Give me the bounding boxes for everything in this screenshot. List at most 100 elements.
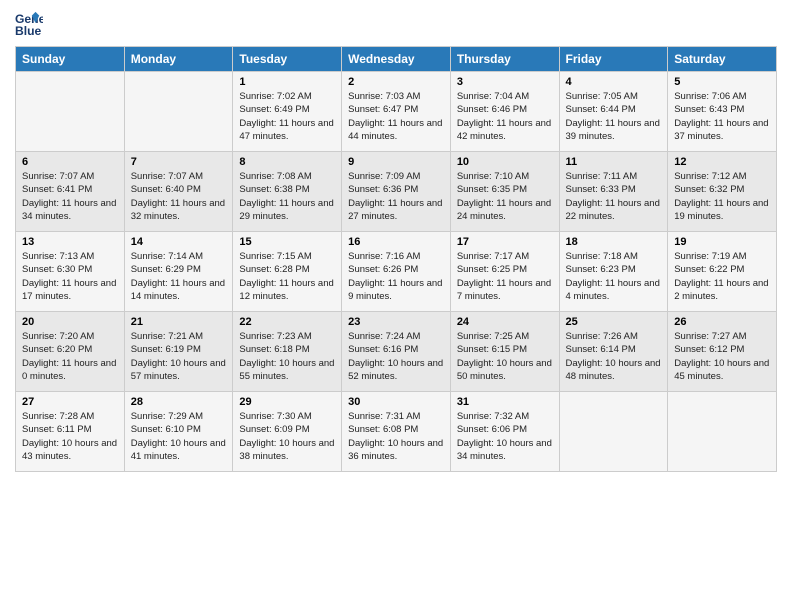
day-info: Sunrise: 7:15 AMSunset: 6:28 PMDaylight:… xyxy=(239,250,335,303)
day-info: Sunrise: 7:02 AMSunset: 6:49 PMDaylight:… xyxy=(239,90,335,143)
day-number: 10 xyxy=(457,156,553,168)
weekday-header-thursday: Thursday xyxy=(450,47,559,72)
calendar-week-row: 6 Sunrise: 7:07 AMSunset: 6:41 PMDaylight… xyxy=(16,152,777,232)
day-number: 13 xyxy=(22,236,118,248)
day-number: 21 xyxy=(131,316,227,328)
calendar-cell: 13 Sunrise: 7:13 AMSunset: 6:30 PMDayligh… xyxy=(16,232,125,312)
day-info: Sunrise: 7:21 AMSunset: 6:19 PMDaylight:… xyxy=(131,330,227,383)
day-number: 15 xyxy=(239,236,335,248)
day-info: Sunrise: 7:05 AMSunset: 6:44 PMDaylight:… xyxy=(566,90,662,143)
day-info: Sunrise: 7:04 AMSunset: 6:46 PMDaylight:… xyxy=(457,90,553,143)
day-number: 19 xyxy=(674,236,770,248)
day-info: Sunrise: 7:14 AMSunset: 6:29 PMDaylight:… xyxy=(131,250,227,303)
calendar-cell: 31 Sunrise: 7:32 AMSunset: 6:06 PMDayligh… xyxy=(450,392,559,472)
day-number: 1 xyxy=(239,76,335,88)
day-info: Sunrise: 7:07 AMSunset: 6:40 PMDaylight:… xyxy=(131,170,227,223)
calendar-cell: 23 Sunrise: 7:24 AMSunset: 6:16 PMDayligh… xyxy=(342,312,451,392)
weekday-header-tuesday: Tuesday xyxy=(233,47,342,72)
calendar-cell: 15 Sunrise: 7:15 AMSunset: 6:28 PMDayligh… xyxy=(233,232,342,312)
day-number: 2 xyxy=(348,76,444,88)
weekday-header-wednesday: Wednesday xyxy=(342,47,451,72)
calendar-cell: 16Sunrise: 7:16 AMSunset: 6:26 PMDayligh… xyxy=(342,232,451,312)
day-number: 8 xyxy=(239,156,335,168)
logo-icon: General Blue xyxy=(15,10,43,38)
calendar-cell: 20 Sunrise: 7:20 AMSunset: 6:20 PMDayligh… xyxy=(16,312,125,392)
day-info: Sunrise: 7:31 AMSunset: 6:08 PMDaylight:… xyxy=(348,410,444,463)
day-info: Sunrise: 7:13 AMSunset: 6:30 PMDaylight:… xyxy=(22,250,118,303)
day-number: 25 xyxy=(566,316,662,328)
day-info: Sunrise: 7:26 AMSunset: 6:14 PMDaylight:… xyxy=(566,330,662,383)
day-info: Sunrise: 7:10 AMSunset: 6:35 PMDaylight:… xyxy=(457,170,553,223)
calendar-cell: 1 Sunrise: 7:02 AMSunset: 6:49 PMDaylight… xyxy=(233,72,342,152)
calendar-cell: 22 Sunrise: 7:23 AMSunset: 6:18 PMDayligh… xyxy=(233,312,342,392)
calendar-cell: 2Sunrise: 7:03 AMSunset: 6:47 PMDaylight… xyxy=(342,72,451,152)
calendar-cell: 5 Sunrise: 7:06 AMSunset: 6:43 PMDaylight… xyxy=(668,72,777,152)
calendar-cell xyxy=(668,392,777,472)
page-header: General Blue xyxy=(15,10,777,38)
weekday-header-saturday: Saturday xyxy=(668,47,777,72)
calendar-cell: 9 Sunrise: 7:09 AMSunset: 6:36 PMDaylight… xyxy=(342,152,451,232)
calendar-week-row: 13 Sunrise: 7:13 AMSunset: 6:30 PMDayligh… xyxy=(16,232,777,312)
calendar-cell xyxy=(559,392,668,472)
day-number: 17 xyxy=(457,236,553,248)
day-number: 18 xyxy=(566,236,662,248)
day-number: 29 xyxy=(239,396,335,408)
calendar-cell: 25 Sunrise: 7:26 AMSunset: 6:14 PMDayligh… xyxy=(559,312,668,392)
day-info: Sunrise: 7:19 AMSunset: 6:22 PMDaylight:… xyxy=(674,250,770,303)
calendar-cell: 18 Sunrise: 7:18 AMSunset: 6:23 PMDayligh… xyxy=(559,232,668,312)
calendar-week-row: 27Sunrise: 7:28 AMSunset: 6:11 PMDayligh… xyxy=(16,392,777,472)
day-info: Sunrise: 7:18 AMSunset: 6:23 PMDaylight:… xyxy=(566,250,662,303)
day-info: Sunrise: 7:30 AMSunset: 6:09 PMDaylight:… xyxy=(239,410,335,463)
day-number: 11 xyxy=(566,156,662,168)
day-info: Sunrise: 7:25 AMSunset: 6:15 PMDaylight:… xyxy=(457,330,553,383)
day-number: 22 xyxy=(239,316,335,328)
day-info: Sunrise: 7:06 AMSunset: 6:43 PMDaylight:… xyxy=(674,90,770,143)
day-number: 24 xyxy=(457,316,553,328)
day-info: Sunrise: 7:07 AMSunset: 6:41 PMDaylight:… xyxy=(22,170,118,223)
day-info: Sunrise: 7:24 AMSunset: 6:16 PMDaylight:… xyxy=(348,330,444,383)
day-info: Sunrise: 7:23 AMSunset: 6:18 PMDaylight:… xyxy=(239,330,335,383)
calendar-cell: 28Sunrise: 7:29 AMSunset: 6:10 PMDayligh… xyxy=(124,392,233,472)
day-number: 6 xyxy=(22,156,118,168)
day-info: Sunrise: 7:20 AMSunset: 6:20 PMDaylight:… xyxy=(22,330,118,383)
calendar-cell: 19 Sunrise: 7:19 AMSunset: 6:22 PMDayligh… xyxy=(668,232,777,312)
day-number: 3 xyxy=(457,76,553,88)
calendar-cell: 3 Sunrise: 7:04 AMSunset: 6:46 PMDaylight… xyxy=(450,72,559,152)
day-info: Sunrise: 7:11 AMSunset: 6:33 PMDaylight:… xyxy=(566,170,662,223)
day-info: Sunrise: 7:16 AMSunset: 6:26 PMDaylight:… xyxy=(348,250,444,303)
calendar-cell: 24 Sunrise: 7:25 AMSunset: 6:15 PMDayligh… xyxy=(450,312,559,392)
calendar-cell: 6 Sunrise: 7:07 AMSunset: 6:41 PMDaylight… xyxy=(16,152,125,232)
weekday-header-sunday: Sunday xyxy=(16,47,125,72)
calendar-cell: 21 Sunrise: 7:21 AMSunset: 6:19 PMDayligh… xyxy=(124,312,233,392)
logo: General Blue xyxy=(15,10,47,38)
day-number: 14 xyxy=(131,236,227,248)
calendar-cell: 29 Sunrise: 7:30 AMSunset: 6:09 PMDayligh… xyxy=(233,392,342,472)
calendar-table: SundayMondayTuesdayWednesdayThursdayFrid… xyxy=(15,46,777,472)
day-info: Sunrise: 7:32 AMSunset: 6:06 PMDaylight:… xyxy=(457,410,553,463)
calendar-cell: 4 Sunrise: 7:05 AMSunset: 6:44 PMDaylight… xyxy=(559,72,668,152)
svg-text:Blue: Blue xyxy=(15,24,42,38)
day-info: Sunrise: 7:12 AMSunset: 6:32 PMDaylight:… xyxy=(674,170,770,223)
day-number: 5 xyxy=(674,76,770,88)
day-number: 9 xyxy=(348,156,444,168)
calendar-cell xyxy=(124,72,233,152)
weekday-header-friday: Friday xyxy=(559,47,668,72)
day-info: Sunrise: 7:08 AMSunset: 6:38 PMDaylight:… xyxy=(239,170,335,223)
day-number: 27 xyxy=(22,396,118,408)
calendar-cell: 26Sunrise: 7:27 AMSunset: 6:12 PMDayligh… xyxy=(668,312,777,392)
day-info: Sunrise: 7:29 AMSunset: 6:10 PMDaylight:… xyxy=(131,410,227,463)
day-number: 20 xyxy=(22,316,118,328)
calendar-cell: 10 Sunrise: 7:10 AMSunset: 6:35 PMDayligh… xyxy=(450,152,559,232)
day-number: 4 xyxy=(566,76,662,88)
day-info: Sunrise: 7:17 AMSunset: 6:25 PMDaylight:… xyxy=(457,250,553,303)
weekday-header-monday: Monday xyxy=(124,47,233,72)
day-number: 12 xyxy=(674,156,770,168)
day-number: 31 xyxy=(457,396,553,408)
day-number: 23 xyxy=(348,316,444,328)
day-info: Sunrise: 7:09 AMSunset: 6:36 PMDaylight:… xyxy=(348,170,444,223)
calendar-cell: 30Sunrise: 7:31 AMSunset: 6:08 PMDayligh… xyxy=(342,392,451,472)
calendar-cell: 7Sunrise: 7:07 AMSunset: 6:40 PMDaylight… xyxy=(124,152,233,232)
day-info: Sunrise: 7:27 AMSunset: 6:12 PMDaylight:… xyxy=(674,330,770,383)
calendar-week-row: 20 Sunrise: 7:20 AMSunset: 6:20 PMDayligh… xyxy=(16,312,777,392)
calendar-cell: 11 Sunrise: 7:11 AMSunset: 6:33 PMDayligh… xyxy=(559,152,668,232)
